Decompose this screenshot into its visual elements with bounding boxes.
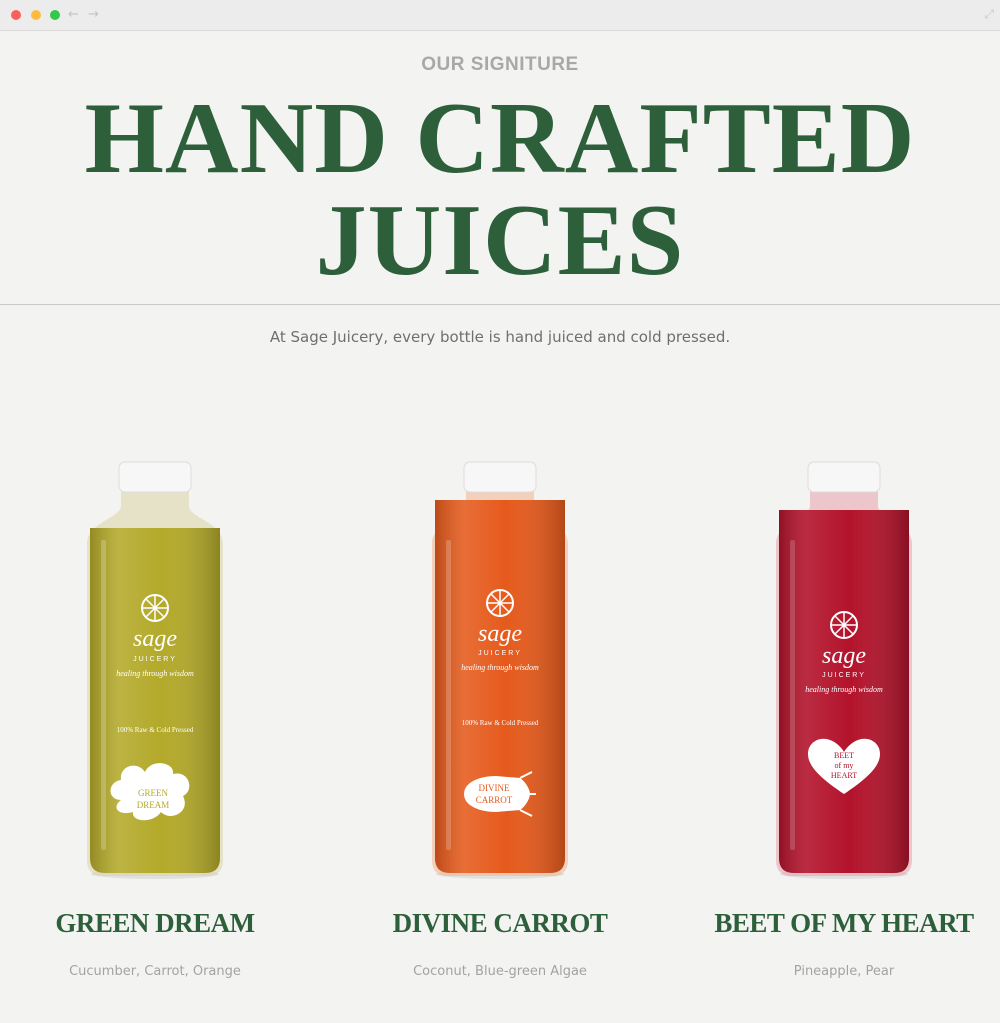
minimize-window-icon[interactable] — [31, 10, 41, 20]
bottle-cap — [463, 461, 537, 493]
label-brand: sage — [478, 621, 522, 647]
label-sub: JUICERY — [133, 656, 177, 663]
sticker-line-2: DREAM — [137, 800, 170, 810]
bottle-image: sage JUICERY healing through wisdom BEET… — [776, 461, 912, 879]
headline-line-1: HAND CRAFTED — [84, 82, 916, 195]
product-name[interactable]: DIVINE CARROT — [340, 908, 660, 939]
label-sub: JUICERY — [822, 672, 866, 679]
product-ingredients: Cucumber, Carrot, Orange — [69, 964, 241, 979]
sticker-line-1: DIVINE — [479, 783, 510, 793]
label-claim: 100% Raw & Cold Pressed — [117, 726, 194, 734]
sticker-line-2: CARROT — [476, 795, 513, 805]
sticker-line-1: BEET — [834, 751, 854, 760]
bottle-cap — [807, 461, 881, 493]
browser-chrome: ← → ⤢ — [0, 0, 1000, 31]
bottle-image: sage JUICERY healing through wisdom 100%… — [432, 461, 568, 879]
sticker-line-1: GREEN — [138, 788, 168, 798]
product-ingredients: Coconut, Blue-green Algae — [413, 964, 587, 979]
bottle-image: sage JUICERY healing through wisdom 100%… — [87, 461, 223, 879]
label-tagline: healing through wisdom — [805, 685, 883, 694]
bottle-cap — [118, 461, 192, 493]
intro-text: At Sage Juicery, every bottle is hand ju… — [269, 328, 731, 346]
product-name[interactable]: BEET OF MY HEART — [684, 908, 1000, 939]
sticker-line-2: of my — [835, 761, 854, 770]
forward-arrow-icon[interactable]: → — [88, 7, 99, 22]
sticker-line-3: HEART — [831, 771, 857, 780]
back-arrow-icon[interactable]: ← — [68, 7, 79, 22]
label-brand: sage — [133, 626, 177, 652]
product-ingredients: Pineapple, Pear — [793, 964, 895, 979]
label-claim: 100% Raw & Cold Pressed — [462, 719, 539, 727]
headline-line-2: JUICES — [315, 184, 685, 297]
label-tagline: healing through wisdom — [461, 663, 539, 672]
page-headline: HAND CRAFTED JUICES — [0, 88, 1000, 292]
label-brand: sage — [822, 643, 866, 669]
maximize-window-icon[interactable] — [50, 10, 60, 20]
label-sub: JUICERY — [478, 650, 522, 657]
label-tagline: healing through wisdom — [116, 669, 194, 678]
close-window-icon[interactable] — [11, 10, 21, 20]
section-eyebrow: OUR SIGNITURE — [421, 54, 579, 75]
product-name[interactable]: GREEN DREAM — [0, 908, 315, 939]
section-divider — [0, 304, 1000, 305]
fullscreen-icon[interactable]: ⤢ — [984, 7, 994, 22]
